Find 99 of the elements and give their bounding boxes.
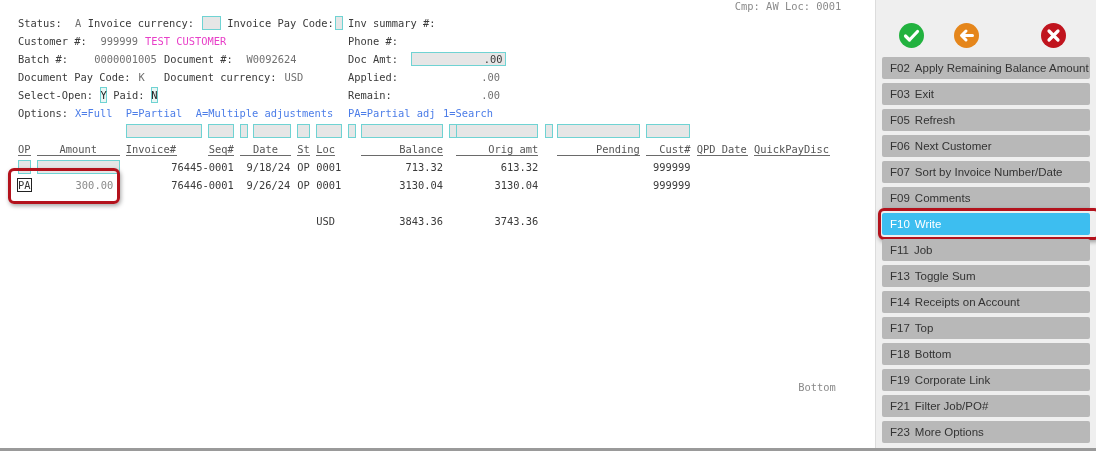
op-cell[interactable]: PA	[18, 179, 31, 191]
filter-input[interactable]	[252, 124, 291, 138]
accept-button[interactable]	[898, 22, 925, 49]
total-original-amount: 3743.36	[493, 215, 539, 227]
doc-amount-input[interactable]: .00	[411, 52, 507, 66]
paid-label: Paid:	[113, 89, 145, 101]
original-amount-cell-text: 613.32	[499, 161, 539, 173]
function-key-button[interactable]: F17 Top	[882, 317, 1090, 339]
document-pay-code-label: Document Pay Code:	[18, 71, 132, 83]
function-key-button[interactable]: F18 Bottom	[882, 343, 1090, 365]
function-key-button[interactable]: F21 Filter Job/PO#	[882, 395, 1090, 417]
filter-input[interactable]	[125, 124, 202, 138]
select-open-label: Select-Open:	[18, 89, 95, 101]
close-button[interactable]	[1040, 22, 1067, 49]
filter-input[interactable]	[544, 124, 553, 138]
option-hint: P=Partial	[125, 107, 183, 119]
document-number: W0092624	[246, 53, 298, 65]
invoice-pay-code-input[interactable]	[335, 16, 344, 30]
option-hint: A=Multiple adjustments	[195, 107, 335, 119]
column-header: Amount	[37, 142, 120, 156]
column-header: QuickPayDisc	[753, 142, 830, 156]
function-key-button[interactable]: F19 Corporate Link	[882, 369, 1090, 391]
customer-label: Customer #:	[18, 35, 88, 47]
option-hint: 1=Search	[443, 107, 494, 119]
column-header: St	[297, 142, 310, 156]
date-cell: 9/18/24	[246, 161, 291, 173]
location-cell: 0001	[316, 161, 342, 173]
document-currency-label: Document currency:	[163, 71, 278, 83]
function-key-button[interactable]: F05 Refresh	[882, 109, 1090, 131]
options-label: Options:	[18, 107, 69, 119]
filter-input[interactable]	[208, 124, 234, 138]
customer-number-cell-text: 999999	[651, 179, 691, 191]
invoice-cell: 76446-0001	[170, 179, 234, 191]
applied-label: Applied:	[347, 71, 399, 83]
column-header: Cust#	[646, 142, 691, 156]
paid-input[interactable]: N	[151, 87, 158, 103]
column-header: Date	[240, 142, 291, 156]
original-amount-cell-text: 3130.04	[493, 179, 539, 191]
company-location-text: Cmp: AW Loc: 0001	[734, 0, 843, 12]
column-header: Invoice#	[125, 142, 177, 156]
function-key-button[interactable]: F02 Apply Remaining Balance Amount	[882, 57, 1090, 79]
column-header: OP	[18, 142, 31, 156]
location-cell: 0001	[316, 179, 342, 191]
function-key-button[interactable]: F14 Receipts on Account	[882, 291, 1090, 313]
close-icon	[1040, 22, 1067, 49]
document-pay-code-value: K	[138, 71, 145, 83]
phone-label: Phone #:	[347, 35, 399, 47]
column-header: QPD Date	[696, 142, 748, 156]
page-position-text: Bottom	[798, 381, 837, 393]
amount-cell-text: 300.00	[74, 179, 114, 191]
column-header: Pending	[557, 142, 640, 156]
filter-input[interactable]	[297, 124, 310, 138]
remain-value: .00	[480, 89, 501, 101]
function-key-button[interactable]: F23 More Options	[882, 421, 1090, 443]
invoice-currency-input[interactable]	[201, 16, 221, 30]
batch-number: 0000001005	[94, 53, 158, 65]
filter-input[interactable]	[646, 124, 691, 138]
filter-input[interactable]	[455, 124, 539, 138]
status-label: Status:	[18, 17, 63, 29]
remain-label: Remain:	[347, 89, 393, 101]
back-button[interactable]	[953, 22, 980, 49]
date-cell: 9/26/24	[246, 179, 291, 191]
total-balance: 3843.36	[398, 215, 444, 227]
invoice-currency-label: Invoice currency:	[87, 17, 196, 29]
customer-name: TEST CUSTOMER	[144, 35, 228, 47]
column-header: Loc	[316, 142, 336, 156]
column-header: Seq#	[208, 142, 234, 156]
status-cell: OP	[297, 161, 310, 173]
filter-input[interactable]	[347, 124, 356, 138]
customer-number: 999999	[100, 35, 139, 47]
batch-label: Batch #:	[18, 53, 69, 65]
option-hint: PA=Partial adj	[347, 107, 437, 119]
function-key-button[interactable]: F13 Toggle Sum	[882, 265, 1090, 287]
invoice-cell: 76445-0001	[170, 161, 234, 173]
function-key-button[interactable]: F11 Job	[882, 239, 1090, 261]
function-key-button[interactable]: F07 Sort by Invoice Number/Date	[882, 161, 1090, 183]
function-key-button[interactable]: F09 Comments	[882, 187, 1090, 209]
balance-cell-text: 3130.04	[398, 179, 444, 191]
status-value: A	[75, 17, 82, 29]
balance-cell-text: 713.32	[404, 161, 444, 173]
check-icon	[898, 22, 925, 49]
doc-amount-label: Doc Amt:	[347, 53, 399, 65]
inv-summary-label: Inv summary #:	[347, 17, 437, 29]
function-key-button[interactable]: F03 Exit	[882, 83, 1090, 105]
document-label: Document #:	[163, 53, 234, 65]
invoice-pay-code-label: Invoice Pay Code:	[227, 17, 335, 29]
option-hint: X=Full	[75, 107, 114, 119]
total-currency: USD	[316, 215, 336, 227]
filter-input[interactable]	[316, 124, 342, 138]
filter-input[interactable]	[360, 124, 444, 138]
document-currency-value: USD	[284, 71, 304, 83]
applied-value: .00	[480, 71, 501, 83]
filter-input[interactable]	[557, 124, 640, 138]
column-header: Orig amt	[455, 142, 539, 156]
customer-number-cell-text: 999999	[651, 161, 691, 173]
function-key-button[interactable]: F06 Next Customer	[882, 135, 1090, 157]
column-header: Balance	[360, 142, 444, 156]
filter-input[interactable]	[240, 124, 249, 138]
status-cell: OP	[297, 179, 310, 191]
